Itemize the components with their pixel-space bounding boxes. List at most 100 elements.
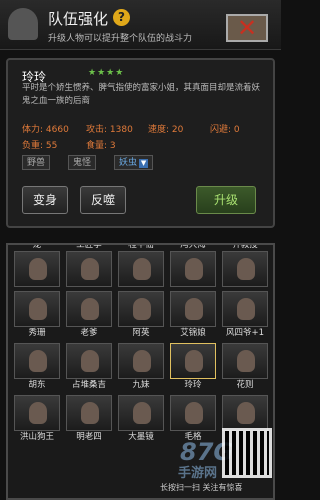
stat-food: 食量: 3 (86, 141, 116, 151)
roster-name: 工匠李 (76, 243, 102, 250)
roster-name: 明老四 (76, 432, 102, 442)
roster-cell[interactable]: 九妹 (118, 343, 164, 391)
hero-portrait (66, 395, 112, 431)
face-icon (29, 258, 47, 280)
face-icon (237, 258, 255, 280)
roster-name: 秀珊 (28, 328, 46, 338)
hero-portrait (14, 343, 60, 379)
hero-portrait (66, 291, 112, 327)
roster-name: 玲玲 (184, 380, 202, 390)
face-icon (185, 350, 203, 372)
roster-cell[interactable]: 风四爷+1 (222, 291, 268, 339)
stat-hp: 体力: 4660 (22, 125, 69, 135)
roster-cell[interactable]: 毛格 (170, 395, 216, 443)
face-icon (133, 350, 151, 372)
page-subtitle: 升级人物可以提升整个队伍的战斗力 (48, 34, 193, 44)
stat-dodge: 闪避: 0 (210, 125, 240, 135)
stat-load: 负重: 55 (22, 141, 58, 151)
hero-portrait (118, 291, 164, 327)
header-bar: 队伍强化 ? 升级人物可以提升整个队伍的战斗力 ✕ (0, 0, 281, 50)
hero-portrait (222, 291, 268, 327)
roster-cell[interactable]: 秀珊 (14, 291, 60, 339)
hero-portrait (14, 251, 60, 287)
face-icon (81, 350, 99, 372)
face-icon (133, 258, 151, 280)
face-icon (185, 258, 203, 280)
transform-button[interactable]: 变身 (22, 186, 68, 214)
face-icon (81, 402, 99, 424)
help-icon[interactable]: ? (113, 9, 130, 26)
roster-cell[interactable]: 大墨镜 (118, 395, 164, 443)
counter-button[interactable]: 反噬 (80, 186, 126, 214)
roster-name: 九妹 (132, 380, 150, 390)
roster-cell[interactable]: 冯大海 (170, 243, 216, 287)
roster-cell[interactable]: 洪山狗王 (14, 395, 60, 443)
hero-portrait (118, 343, 164, 379)
hero-description: 平时是个娇生惯养、脾气指使的富家小姐，其真面目却是流着妖鬼之血一族的后裔 (22, 83, 261, 106)
face-icon (81, 298, 99, 320)
scan-text: 长按扫一扫 关注有惊喜 (160, 483, 243, 492)
face-icon (237, 402, 255, 424)
face-icon (185, 402, 203, 424)
roster-name: 冯大海 (180, 243, 206, 250)
hero-portrait (66, 343, 112, 379)
roster-name: 花则 (236, 380, 254, 390)
face-icon (237, 298, 255, 320)
roster-cell[interactable]: 老爹 (66, 291, 112, 339)
hero-portrait (170, 291, 216, 327)
face-icon (81, 258, 99, 280)
hero-portrait (170, 251, 216, 287)
hero-portrait (170, 395, 216, 431)
face-icon (133, 298, 151, 320)
roster-name: 阿英 (132, 328, 150, 338)
roster-cell[interactable]: 玲玲 (170, 343, 216, 391)
hero-portrait (118, 251, 164, 287)
roster-name: 齐教授 (232, 243, 258, 250)
roster-cell[interactable]: 齐教授 (222, 243, 268, 287)
roster-cell[interactable]: 花则 (222, 343, 268, 391)
page-title: 队伍强化 (48, 10, 109, 28)
stat-speed: 速度: 20 (148, 125, 184, 135)
hero-portrait (222, 343, 268, 379)
roster-cell[interactable]: 胡东 (14, 343, 60, 391)
qr-code-icon (222, 428, 272, 478)
roster-cell[interactable]: 龙 (14, 243, 60, 287)
roster-cell[interactable]: 工匠李 (66, 243, 112, 287)
hero-stars: ★★★★ (88, 68, 125, 78)
hero-portrait (14, 395, 60, 431)
tag-insect: 妖虫 ▼ (114, 155, 154, 170)
face-icon (185, 298, 203, 320)
hero-portrait (222, 395, 268, 431)
roster-cell[interactable]: 艾锦娘 (170, 291, 216, 339)
hero-portrait (170, 343, 216, 379)
roster-name: 程半仙 (128, 243, 154, 250)
roster-name: 大墨镜 (128, 432, 154, 442)
tag-ghost: 鬼怪 (68, 155, 97, 170)
roster-cell[interactable]: 明老四 (66, 395, 112, 443)
upgrade-button[interactable]: 升级 (196, 186, 256, 214)
down-arrow-icon: ▼ (139, 159, 149, 168)
hero-portrait (14, 291, 60, 327)
roster-name: 风四爷+1 (225, 328, 265, 338)
hero-portrait (66, 251, 112, 287)
face-icon (29, 350, 47, 372)
roster-name: 龙 (32, 243, 42, 250)
roster-name: 艾锦娘 (180, 328, 206, 338)
roster-name: 老爹 (80, 328, 98, 338)
face-icon (29, 298, 47, 320)
face-icon (29, 402, 47, 424)
roster-cell[interactable]: 程半仙 (118, 243, 164, 287)
watermark-sub: 手游网 (178, 466, 218, 481)
stat-attack: 攻击: 1380 (86, 125, 133, 135)
roster-name: 胡东 (28, 380, 46, 390)
close-button[interactable]: ✕ (226, 14, 268, 42)
roster-cell[interactable]: 阿英 (118, 291, 164, 339)
hero-portrait (118, 395, 164, 431)
roster-cell[interactable]: 占堆桑吉 (66, 343, 112, 391)
tag-beast: 野兽 (22, 155, 51, 170)
roster-name: 洪山狗王 (19, 432, 54, 442)
face-icon (133, 402, 151, 424)
face-icon (237, 350, 255, 372)
hero-portrait (222, 251, 268, 287)
roster-name: 占堆桑吉 (71, 380, 106, 390)
